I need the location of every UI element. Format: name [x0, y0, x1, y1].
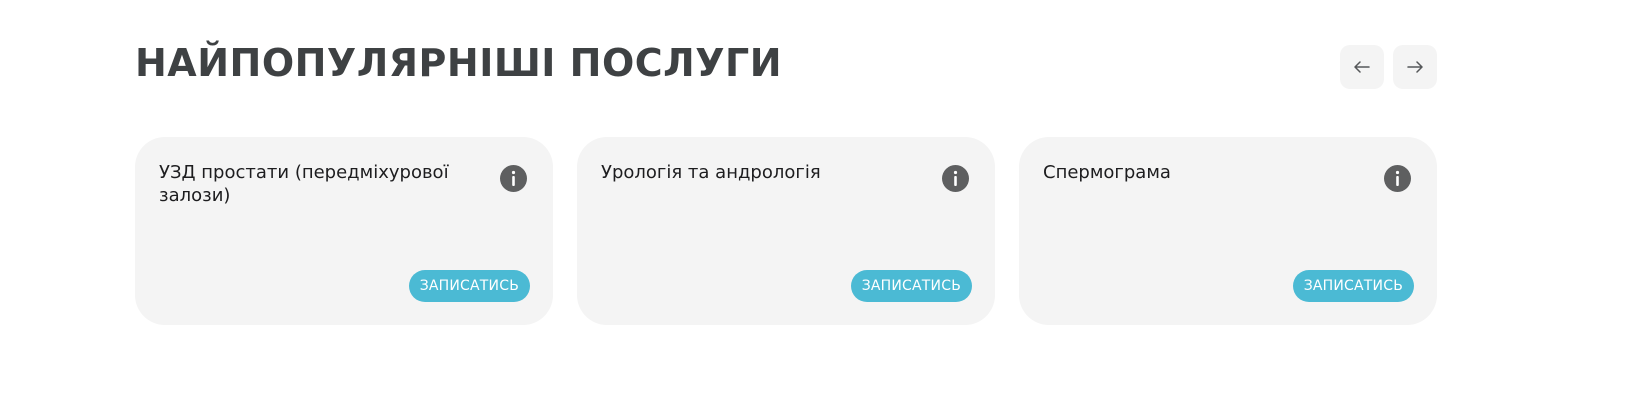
book-button[interactable]: ЗАПИСАТИСЬ — [1292, 270, 1414, 302]
service-card[interactable]: Урологія та андрологія ЗАПИСАТИСЬ — [577, 137, 995, 325]
info-icon[interactable] — [942, 165, 969, 192]
book-button[interactable]: ЗАПИСАТИСЬ — [408, 270, 530, 302]
section-title: НАЙПОПУЛЯРНІШІ ПОСЛУГИ — [135, 41, 783, 85]
info-icon[interactable] — [500, 165, 527, 192]
popular-services-section: НАЙПОПУЛЯРНІШІ ПОСЛУГИ УЗД простати (пер… — [0, 0, 1627, 405]
service-card[interactable]: Спермограма ЗАПИСАТИСЬ — [1019, 137, 1437, 325]
service-card-title[interactable]: УЗД простати (передміхурової залози) — [159, 161, 469, 207]
info-icon[interactable] — [1384, 165, 1411, 192]
book-button[interactable]: ЗАПИСАТИСЬ — [850, 270, 972, 302]
carousel-next-button[interactable] — [1393, 45, 1437, 89]
arrow-left-icon — [1354, 61, 1370, 73]
service-card[interactable]: УЗД простати (передміхурової залози) ЗАП… — [135, 137, 553, 325]
carousel-prev-button[interactable] — [1340, 45, 1384, 89]
service-card-title[interactable]: Урологія та андрологія — [601, 161, 911, 184]
arrow-right-icon — [1407, 61, 1423, 73]
services-carousel: УЗД простати (передміхурової залози) ЗАП… — [135, 137, 1437, 325]
service-card-title[interactable]: Спермограма — [1043, 161, 1353, 184]
